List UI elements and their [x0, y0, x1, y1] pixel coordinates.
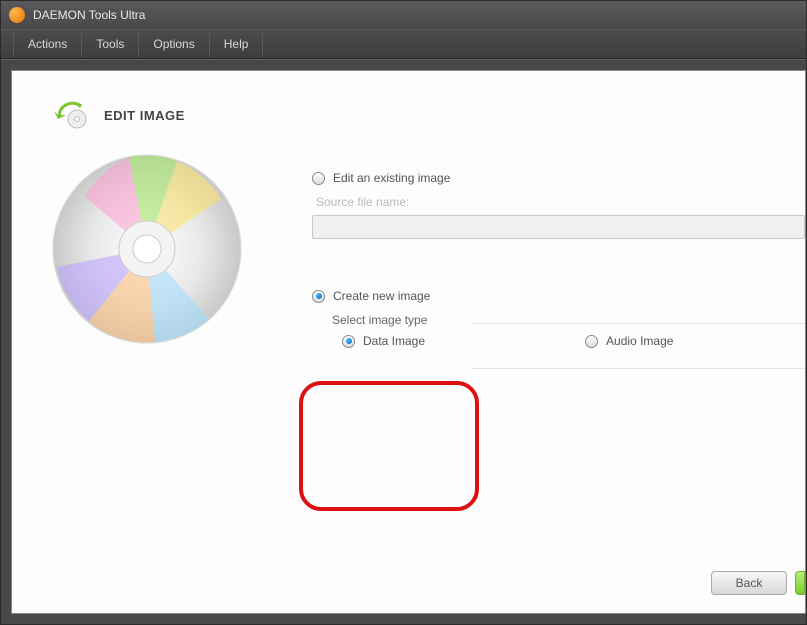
image-type-row: Data Image Audio Image: [342, 334, 805, 358]
data-image-option[interactable]: Data Image: [342, 334, 425, 348]
divider: [472, 323, 805, 324]
divider-2: [472, 368, 805, 369]
page-header: EDIT IMAGE: [32, 101, 185, 129]
back-button[interactable]: Back: [711, 571, 787, 595]
app-icon: [9, 7, 25, 23]
edit-existing-option[interactable]: Edit an existing image: [312, 171, 805, 185]
menubar: Actions Tools Options Help: [1, 29, 806, 59]
content: EDIT IMAGE: [11, 70, 806, 614]
edit-existing-radio[interactable]: [312, 172, 325, 185]
disc-image-icon: [47, 149, 247, 349]
edit-existing-label: Edit an existing image: [333, 171, 450, 185]
audio-image-radio[interactable]: [585, 335, 598, 348]
data-image-radio[interactable]: [342, 335, 355, 348]
disc-arrow-icon: [52, 101, 88, 129]
right-pane: Edit an existing image Source file name:…: [282, 71, 805, 613]
source-file-input[interactable]: [312, 215, 805, 239]
content-frame: EDIT IMAGE: [1, 59, 806, 624]
data-image-label: Data Image: [363, 334, 425, 348]
select-type-label: Select image type: [332, 313, 805, 327]
app-window: DAEMON Tools Ultra Actions Tools Options…: [0, 0, 807, 625]
create-new-radio[interactable]: [312, 290, 325, 303]
titlebar: DAEMON Tools Ultra: [1, 1, 806, 29]
menu-actions[interactable]: Actions: [13, 31, 82, 57]
audio-image-label: Audio Image: [606, 334, 673, 348]
left-pane: EDIT IMAGE: [12, 71, 282, 613]
menu-options[interactable]: Options: [139, 31, 209, 57]
source-file-label: Source file name:: [316, 195, 805, 209]
page-title: EDIT IMAGE: [104, 108, 185, 123]
create-new-option[interactable]: Create new image: [312, 289, 805, 303]
create-new-label: Create new image: [333, 289, 430, 303]
menu-help[interactable]: Help: [210, 31, 264, 57]
window-title: DAEMON Tools Ultra: [33, 8, 145, 22]
audio-image-option[interactable]: Audio Image: [585, 334, 673, 348]
footer-buttons: Back: [711, 571, 805, 595]
menu-tools[interactable]: Tools: [82, 31, 139, 57]
next-button[interactable]: [795, 571, 805, 595]
